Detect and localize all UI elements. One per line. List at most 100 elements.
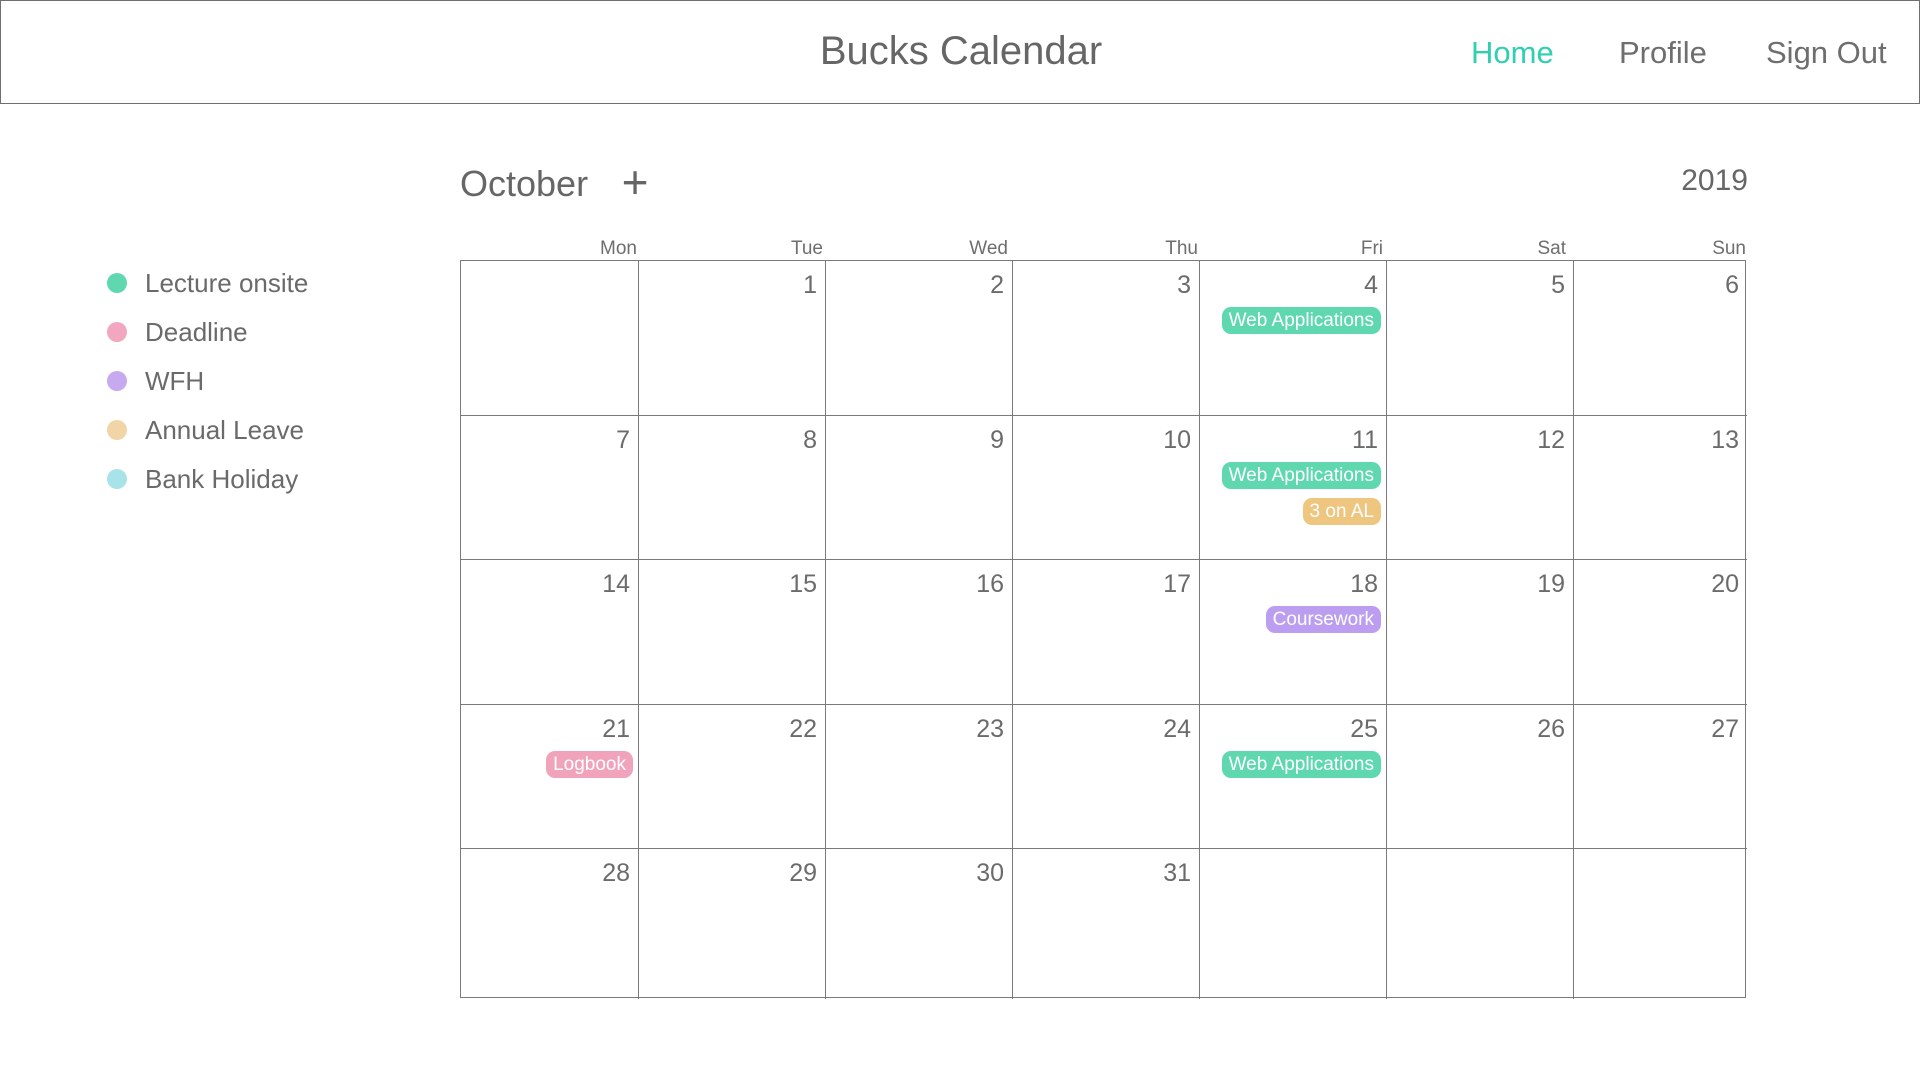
calendar-day-cell[interactable]: 28 <box>461 848 638 999</box>
event-chip[interactable]: Web Applications <box>1221 462 1381 489</box>
nav-profile-link[interactable]: Profile <box>1619 35 1707 71</box>
calendar-day-cell[interactable]: 30 <box>825 848 1012 999</box>
calendar-empty-cell <box>461 261 638 415</box>
day-number: 9 <box>990 426 1004 454</box>
day-number: 30 <box>976 859 1004 887</box>
day-number: 14 <box>602 570 630 598</box>
calendar-day-cell[interactable]: 8 <box>638 415 825 559</box>
event-chip[interactable]: Web Applications <box>1221 751 1381 778</box>
month-title: October <box>460 163 589 204</box>
calendar-day-cell[interactable]: 24 <box>1012 704 1199 848</box>
nav-sign-out-link[interactable]: Sign Out <box>1766 35 1887 71</box>
lecture-onsite-dot-icon <box>107 273 127 293</box>
calendar-day-cell[interactable]: 16 <box>825 559 1012 704</box>
day-number: 15 <box>789 570 817 598</box>
calendar-day-cell[interactable]: 4 Web Applications <box>1199 261 1386 415</box>
day-number: 8 <box>803 426 817 454</box>
day-number: 26 <box>1537 715 1565 743</box>
day-number: 31 <box>1163 859 1191 887</box>
event-chip[interactable]: 3 on AL <box>1302 498 1381 525</box>
top-nav-bar: Bucks Calendar Home Profile Sign Out <box>0 0 1920 104</box>
legend-item-deadline: Deadline <box>107 317 248 347</box>
day-number: 28 <box>602 859 630 887</box>
weekday-fri: Fri <box>1360 238 1383 259</box>
calendar-day-cell[interactable]: 17 <box>1012 559 1199 704</box>
event-chip[interactable]: Web Applications <box>1221 307 1381 334</box>
weekday-thu: Thu <box>1165 238 1198 259</box>
day-number: 7 <box>616 426 630 454</box>
calendar-day-cell[interactable]: 1 <box>638 261 825 415</box>
calendar-day-cell[interactable]: 3 <box>1012 261 1199 415</box>
day-number: 18 <box>1350 570 1378 598</box>
day-number: 2 <box>990 271 1004 299</box>
legend-item-lecture-onsite: Lecture onsite <box>107 268 308 298</box>
day-number: 1 <box>803 271 817 299</box>
calendar-day-cell[interactable]: 21 Logbook <box>461 704 638 848</box>
calendar-day-cell[interactable]: 5 <box>1386 261 1573 415</box>
legend-label: Deadline <box>145 316 248 347</box>
nav-home-link[interactable]: Home <box>1471 35 1554 71</box>
calendar-day-cell[interactable]: 9 <box>825 415 1012 559</box>
legend-label: Annual Leave <box>145 414 305 445</box>
weekday-sat: Sat <box>1537 238 1566 259</box>
day-number: 25 <box>1350 715 1378 743</box>
calendar-day-cell[interactable]: 25 Web Applications <box>1199 704 1386 848</box>
calendar-day-cell[interactable]: 10 <box>1012 415 1199 559</box>
bank-holiday-dot-icon <box>107 469 127 489</box>
day-number: 6 <box>1725 271 1739 299</box>
day-number: 27 <box>1711 715 1739 743</box>
day-number: 16 <box>976 570 1004 598</box>
legend-label: Lecture onsite <box>145 267 309 298</box>
legend-label: Bank Holiday <box>145 463 299 494</box>
day-number: 17 <box>1163 570 1191 598</box>
day-number: 22 <box>789 715 817 743</box>
day-number: 23 <box>976 715 1004 743</box>
legend-item-bank-holiday: Bank Holiday <box>107 464 298 494</box>
day-number: 19 <box>1537 570 1565 598</box>
deadline-dot-icon <box>107 322 127 342</box>
calendar-day-cell[interactable]: 29 <box>638 848 825 999</box>
calendar-day-cell[interactable]: 18 Coursework <box>1199 559 1386 704</box>
year-label: 2019 <box>1681 164 1748 197</box>
calendar-empty-cell <box>1573 848 1747 999</box>
annual-leave-dot-icon <box>107 420 127 440</box>
add-event-button[interactable]: + <box>613 159 657 205</box>
event-chip[interactable]: Logbook <box>546 751 633 778</box>
legend-item-annual-leave: Annual Leave <box>107 415 304 445</box>
calendar-empty-cell <box>1386 848 1573 999</box>
calendar-day-cell[interactable]: 23 <box>825 704 1012 848</box>
weekday-sun: Sun <box>1712 238 1746 259</box>
day-number: 29 <box>789 859 817 887</box>
weekday-mon: Mon <box>600 238 637 259</box>
calendar-day-cell[interactable]: 12 <box>1386 415 1573 559</box>
day-number: 10 <box>1163 426 1191 454</box>
day-number: 24 <box>1163 715 1191 743</box>
calendar-day-cell[interactable]: 26 <box>1386 704 1573 848</box>
weekday-tue: Tue <box>790 238 823 259</box>
calendar-day-cell[interactable]: 7 <box>461 415 638 559</box>
day-number: 3 <box>1177 271 1191 299</box>
calendar-day-cell[interactable]: 19 <box>1386 559 1573 704</box>
event-chip[interactable]: Coursework <box>1265 606 1381 633</box>
calendar-day-cell[interactable]: 14 <box>461 559 638 704</box>
calendar-day-cell[interactable]: 2 <box>825 261 1012 415</box>
day-number: 12 <box>1537 426 1565 454</box>
weekday-wed: Wed <box>969 238 1008 259</box>
calendar-day-cell[interactable]: 20 <box>1573 559 1747 704</box>
wfh-dot-icon <box>107 371 127 391</box>
day-number: 4 <box>1364 271 1378 299</box>
calendar-day-cell[interactable]: 6 <box>1573 261 1747 415</box>
legend-item-wfh: WFH <box>107 366 204 396</box>
calendar-day-cell[interactable]: 11 Web Applications 3 on AL <box>1199 415 1386 559</box>
legend-label: WFH <box>145 365 205 396</box>
calendar-grid: 1 2 3 4 Web Applications 5 6 7 8 9 10 11 Web Applica… <box>460 260 1747 999</box>
day-number: 5 <box>1551 271 1565 299</box>
calendar-empty-cell <box>1199 848 1386 999</box>
calendar-day-cell[interactable]: 15 <box>638 559 825 704</box>
calendar-day-cell[interactable]: 31 <box>1012 848 1199 999</box>
day-number: 13 <box>1711 426 1739 454</box>
day-number: 20 <box>1711 570 1739 598</box>
calendar-day-cell[interactable]: 13 <box>1573 415 1747 559</box>
calendar-day-cell[interactable]: 27 <box>1573 704 1747 848</box>
calendar-day-cell[interactable]: 22 <box>638 704 825 848</box>
